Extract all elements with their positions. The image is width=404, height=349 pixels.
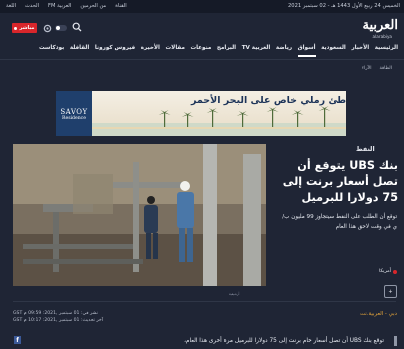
nav-item-tv[interactable]: العربية TV xyxy=(242,45,271,51)
sub-nav: الطاقة الآراء xyxy=(0,66,404,76)
site-header: العربية alarabiya مباشر xyxy=(0,13,404,40)
ad-brand-logo: SAVOY Residence xyxy=(56,91,92,136)
divider xyxy=(13,301,396,302)
site-logo-latin: alarabiya xyxy=(372,34,392,39)
flag-icon xyxy=(393,269,397,274)
main-nav: الرئيسية الأخبار السعودية أسواق رياضة ال… xyxy=(0,40,404,60)
theme-toggle[interactable] xyxy=(55,25,67,31)
live-label: مباشر xyxy=(19,25,35,31)
nav-item-markets[interactable]: أسواق xyxy=(297,45,316,57)
article-country[interactable]: أمريكا xyxy=(379,269,397,274)
nav-item-programs[interactable]: البرامج xyxy=(217,45,236,51)
published-date: نشر في: 01 سبتمبر ,2021: 09:59 م GST xyxy=(13,311,98,316)
subnav-item-energy[interactable]: الطاقة xyxy=(379,66,392,71)
live-dot-icon xyxy=(14,26,18,30)
nav-item-last[interactable]: الأخيرة xyxy=(141,45,160,51)
oil-facility-photo xyxy=(13,144,266,286)
article-hero-image xyxy=(13,144,266,286)
nav-item-saudi[interactable]: السعودية xyxy=(321,45,346,51)
ad-banner[interactable]: SAVOY Residence شاطئ رملي خاص على البحر … xyxy=(56,91,346,136)
search-icon[interactable] xyxy=(72,22,82,32)
photo-credit: أرشيفية xyxy=(229,292,240,296)
top-links: القناة من الحرمين العربية FM الحدث اللغة xyxy=(6,3,127,9)
article-headline: بنك UBS يتوقع أن تصل أسعار برنت إلى 75 د… xyxy=(282,159,398,204)
nav-item-sports[interactable]: رياضة xyxy=(276,45,292,51)
top-link-haramain[interactable]: من الحرمين xyxy=(80,3,106,9)
ad-brand-sub: Residence xyxy=(62,116,86,121)
ad-brand-name: SAVOY xyxy=(60,108,88,116)
language-selector[interactable]: اللغة xyxy=(6,3,16,9)
country-label: أمريكا xyxy=(379,269,391,274)
nav-item-home[interactable]: الرئيسية xyxy=(375,45,398,51)
article-dates: نشر في: 01 سبتمبر ,2021: 09:59 م GST آخر… xyxy=(13,310,103,324)
live-button[interactable]: مباشر xyxy=(12,23,37,33)
top-link-channel[interactable]: القناة xyxy=(115,3,127,9)
article-summary: توقع أن الطلب على النفط سيتجاوز 99 مليون… xyxy=(282,214,397,230)
facebook-share-icon[interactable]: f xyxy=(14,336,21,344)
nav-item-articles[interactable]: مقالات xyxy=(166,45,185,51)
nav-item-podcast[interactable]: بودكاست xyxy=(39,45,64,51)
nav-item-variety[interactable]: منوعات xyxy=(191,45,212,51)
article-source: دبي - العربية.نت xyxy=(359,311,397,317)
toggle-knob xyxy=(56,26,60,30)
settings-icon[interactable] xyxy=(43,24,52,33)
current-date: الخميس 24 ربيع الأول 1443 هـ - 02 سبتمبر… xyxy=(287,3,400,9)
top-link-alhadath[interactable]: الحدث xyxy=(25,3,39,9)
nav-item-news[interactable]: الأخبار xyxy=(351,45,369,51)
follow-button[interactable]: + xyxy=(384,285,397,298)
article-body-first-line: توقع بنك UBS أن تصل أسعار خام برنت إلى 7… xyxy=(184,338,384,344)
top-bar: الخميس 24 ربيع الأول 1443 هـ - 02 سبتمبر… xyxy=(0,0,404,13)
site-logo[interactable]: العربية xyxy=(362,18,398,33)
nav-item-corona[interactable]: فيروس كورونا xyxy=(95,45,135,51)
article-category-tag[interactable]: النفط xyxy=(356,145,375,153)
ad-headline: شاطئ رملي خاص على البحر الأحمر xyxy=(191,95,346,106)
subnav-item-opinion[interactable]: الآراء xyxy=(362,66,372,71)
updated-date: آخر تحديث: 01 سبتمبر ,2021: 10:17 م GST xyxy=(13,318,104,323)
top-link-fm[interactable]: العربية FM xyxy=(48,3,71,9)
nav-item-caravan[interactable]: القافلة xyxy=(70,45,89,51)
body-marker xyxy=(394,336,397,346)
